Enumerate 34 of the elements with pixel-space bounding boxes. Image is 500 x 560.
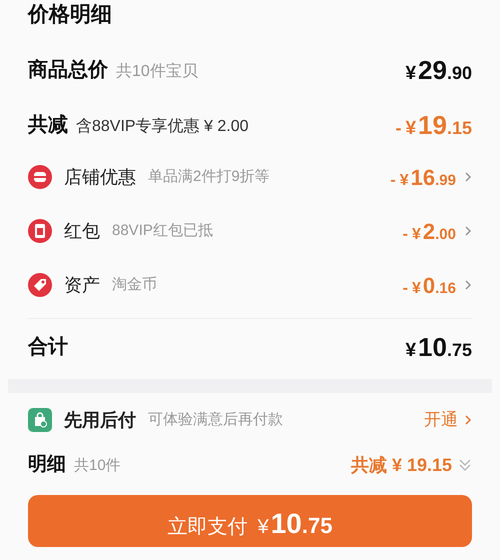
tag-icon: [28, 273, 52, 297]
row-label: 明细: [28, 452, 66, 477]
price: - ¥16.99: [390, 164, 456, 192]
chevron-right-icon: [464, 171, 472, 183]
row-label: 店铺优惠: [64, 166, 136, 188]
row-note: 淘金币: [112, 274, 157, 295]
row-note: 含88VIP专享优惠 ¥ 2.00: [76, 116, 249, 137]
row-label: 红包: [64, 220, 100, 242]
row-label: 共减: [28, 113, 68, 138]
row-note: 共10件: [74, 456, 121, 476]
price: ¥29.90: [405, 54, 472, 86]
row-note: 88VIP红包已抵: [112, 220, 213, 241]
row-note: 单品满2件打9折等: [148, 166, 270, 187]
discount-row[interactable]: 红包 88VIP红包已抵 - ¥2.00: [28, 204, 472, 258]
price: - ¥19.15: [395, 108, 472, 142]
price: ¥10.75: [405, 330, 472, 364]
chevron-right-icon: [464, 225, 472, 237]
chevron-right-icon: [464, 279, 472, 291]
discount-row[interactable]: 资产 淘金币 - ¥0.16: [28, 258, 472, 312]
store-icon: [28, 165, 52, 189]
double-chevron-down-icon: [458, 458, 472, 472]
row-label: 合计: [28, 335, 68, 360]
envelope-icon: [28, 219, 52, 243]
discount-row[interactable]: 店铺优惠 单品满2件打9折等 - ¥16.99: [28, 150, 472, 204]
row-label: 商品总价: [28, 58, 108, 83]
row-note: 共10件宝贝: [116, 62, 198, 82]
row-label: 先用后付: [64, 408, 136, 432]
row-label: 资产: [64, 274, 100, 296]
price: - ¥0.16: [402, 272, 456, 300]
shopping-bag-icon: [28, 408, 52, 432]
price: - ¥2.00: [402, 218, 456, 246]
section-title: 价格明细: [28, 2, 113, 28]
row-note: 可体验满意后再付款: [148, 410, 283, 430]
chevron-right-icon: [464, 414, 472, 426]
